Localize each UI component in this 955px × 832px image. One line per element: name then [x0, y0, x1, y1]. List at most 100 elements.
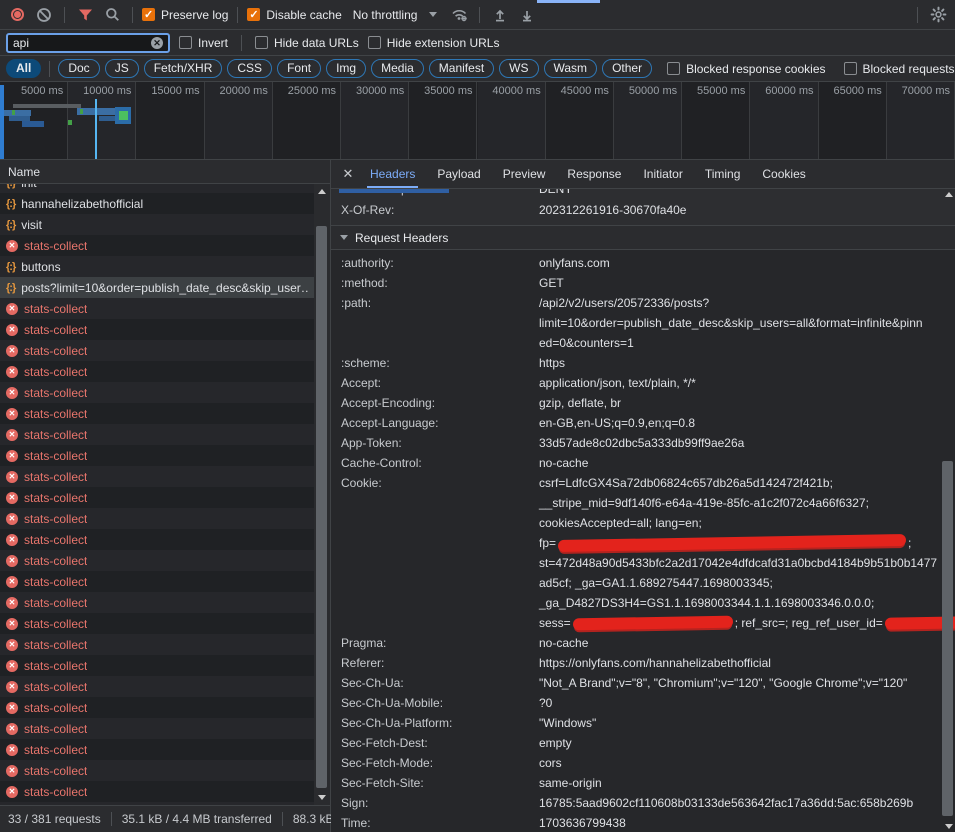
name-column-header[interactable]: Name: [0, 160, 330, 184]
request-row[interactable]: ✕stats-collect: [0, 466, 314, 487]
filter-pill-css[interactable]: CSS: [227, 59, 272, 78]
filter-pill-img[interactable]: Img: [326, 59, 366, 78]
request-row[interactable]: ✕stats-collect: [0, 424, 314, 445]
filter-pill-font[interactable]: Font: [277, 59, 321, 78]
status-divider: [282, 812, 283, 826]
scroll-down-icon[interactable]: [318, 795, 326, 800]
tab-timing[interactable]: Timing: [694, 160, 752, 188]
header-value-text: no-cache: [539, 453, 588, 473]
filter-toggle-button[interactable]: [74, 4, 96, 26]
filter-pill-ws[interactable]: WS: [499, 59, 538, 78]
invert-toggle[interactable]: Invert: [179, 36, 228, 50]
network-overview-timeline[interactable]: 5000 ms10000 ms15000 ms20000 ms25000 ms3…: [0, 82, 955, 160]
header-value-text: 1703636799438: [539, 813, 626, 832]
request-list-scrollbar[interactable]: [314, 184, 330, 805]
record-network-log-button[interactable]: [6, 4, 28, 26]
tab-preview[interactable]: Preview: [492, 160, 557, 188]
filter-pill-wasm[interactable]: Wasm: [544, 59, 598, 78]
request-row[interactable]: ✕stats-collect: [0, 403, 314, 424]
toggle-blocked-response-cookies[interactable]: Blocked response cookies: [667, 62, 825, 76]
request-row[interactable]: {:}buttons: [0, 256, 314, 277]
request-rows: {:}init{:}hannahelizabethofficial{:}visi…: [0, 184, 314, 805]
request-row[interactable]: ✕stats-collect: [0, 235, 314, 256]
filter-pill-other[interactable]: Other: [602, 59, 652, 78]
search-button[interactable]: [101, 4, 123, 26]
filter-pill-js[interactable]: JS: [105, 59, 139, 78]
disable-cache-toggle[interactable]: Disable cache: [247, 8, 341, 22]
header-value-line: limit=10&order=publish_date_desc&skip_us…: [539, 313, 955, 333]
network-conditions-button[interactable]: [448, 4, 470, 26]
clear-network-log-button[interactable]: [33, 4, 55, 26]
header-value-line: no-cache: [539, 633, 955, 653]
header-value-text: no-cache: [539, 633, 588, 653]
tab-headers[interactable]: Headers: [359, 160, 426, 188]
request-row[interactable]: ✕stats-collect: [0, 508, 314, 529]
request-row[interactable]: {:}hannahelizabethofficial: [0, 193, 314, 214]
scroll-up-icon[interactable]: [945, 192, 953, 197]
header-value-text: /api2/v2/users/20572336/posts?: [539, 293, 709, 313]
resource-type-toolbar: All Doc JS Fetch/XHRCSS Font Img Media Manifest…: [0, 56, 955, 82]
checkbox: [667, 62, 680, 75]
request-row[interactable]: ✕stats-collect: [0, 781, 314, 802]
hide-data-urls-toggle[interactable]: Hide data URLs: [255, 36, 359, 50]
export-har-button[interactable]: [516, 4, 538, 26]
request-row[interactable]: ✕stats-collect: [0, 634, 314, 655]
request-row[interactable]: ✕stats-collect: [0, 319, 314, 340]
header-name: Sec-Ch-Ua-Mobile:: [331, 693, 539, 713]
request-row[interactable]: ✕stats-collect: [0, 445, 314, 466]
close-icon[interactable]: ✕: [337, 166, 359, 182]
tab-cookies[interactable]: Cookies: [751, 160, 816, 188]
request-row[interactable]: ✕stats-collect: [0, 592, 314, 613]
details-scrollbar[interactable]: [941, 189, 955, 832]
request-row[interactable]: ✕stats-collect: [0, 361, 314, 382]
request-row[interactable]: {:}posts?limit=10&order=publish_date_des…: [0, 277, 314, 298]
header-value-text: https://onlyfans.com/hannahelizabethoffi…: [539, 653, 771, 673]
request-row[interactable]: ✕stats-collect: [0, 613, 314, 634]
scroll-down-icon[interactable]: [945, 824, 953, 829]
request-row[interactable]: ✕stats-collect: [0, 487, 314, 508]
scrollbar-thumb[interactable]: [942, 461, 953, 816]
scroll-up-icon[interactable]: [318, 189, 326, 194]
request-row[interactable]: ✕stats-collect: [0, 655, 314, 676]
tab-response[interactable]: Response: [556, 160, 632, 188]
request-row[interactable]: ✕stats-collect: [0, 739, 314, 760]
request-row[interactable]: ✕stats-collect: [0, 697, 314, 718]
tab-payload[interactable]: Payload: [426, 160, 491, 188]
header-name: :method:: [331, 273, 539, 293]
hide-extension-urls-toggle[interactable]: Hide extension URLs: [368, 36, 500, 50]
request-row[interactable]: ✕stats-collect: [0, 676, 314, 697]
filter-pill-all[interactable]: All: [6, 59, 41, 78]
throttling-dropdown[interactable]: No throttling: [353, 8, 438, 22]
header-value-text: ad5cf; _ga=GA1.1.689275447.1698003345;: [539, 573, 773, 593]
tab-initiator[interactable]: Initiator: [632, 160, 693, 188]
filter-pill-media[interactable]: Media: [371, 59, 424, 78]
request-row[interactable]: ✕stats-collect: [0, 298, 314, 319]
settings-button[interactable]: [927, 4, 949, 26]
import-har-button[interactable]: [489, 4, 511, 26]
request-row[interactable]: ✕stats-collect: [0, 718, 314, 739]
request-name: stats-collect: [24, 533, 87, 547]
filter-pill-fetch-xhr[interactable]: Fetch/XHR: [144, 59, 223, 78]
request-row[interactable]: ✕stats-collect: [0, 529, 314, 550]
request-row[interactable]: ✕stats-collect: [0, 550, 314, 571]
filter-pill-manifest[interactable]: Manifest: [429, 59, 494, 78]
header-value-text: onlyfans.com: [539, 253, 610, 273]
clear-filter-icon[interactable]: ✕: [151, 37, 163, 49]
filter-input[interactable]: [13, 36, 147, 50]
toggle-blocked-requests[interactable]: Blocked requests: [844, 62, 955, 76]
error-icon: ✕: [6, 408, 18, 420]
request-row[interactable]: {:}visit: [0, 214, 314, 235]
request-row[interactable]: ✕stats-collect: [0, 340, 314, 361]
scrollbar-thumb[interactable]: [316, 226, 327, 788]
request-row[interactable]: {:}init: [0, 184, 314, 193]
request-row[interactable]: ✕stats-collect: [0, 571, 314, 592]
error-icon: ✕: [6, 492, 18, 504]
request-headers-section-toggle[interactable]: Request Headers: [331, 225, 955, 250]
filter-pill-doc[interactable]: Doc: [58, 59, 99, 78]
request-name: stats-collect: [24, 344, 87, 358]
preserve-log-toggle[interactable]: Preserve log: [142, 8, 228, 22]
request-row[interactable]: ✕stats-collect: [0, 760, 314, 781]
header-value-line: _ga_D4827DS3H4=GS1.1.1698003344.1.1.1698…: [539, 593, 955, 613]
request-name: visit: [21, 218, 42, 232]
request-row[interactable]: ✕stats-collect: [0, 382, 314, 403]
